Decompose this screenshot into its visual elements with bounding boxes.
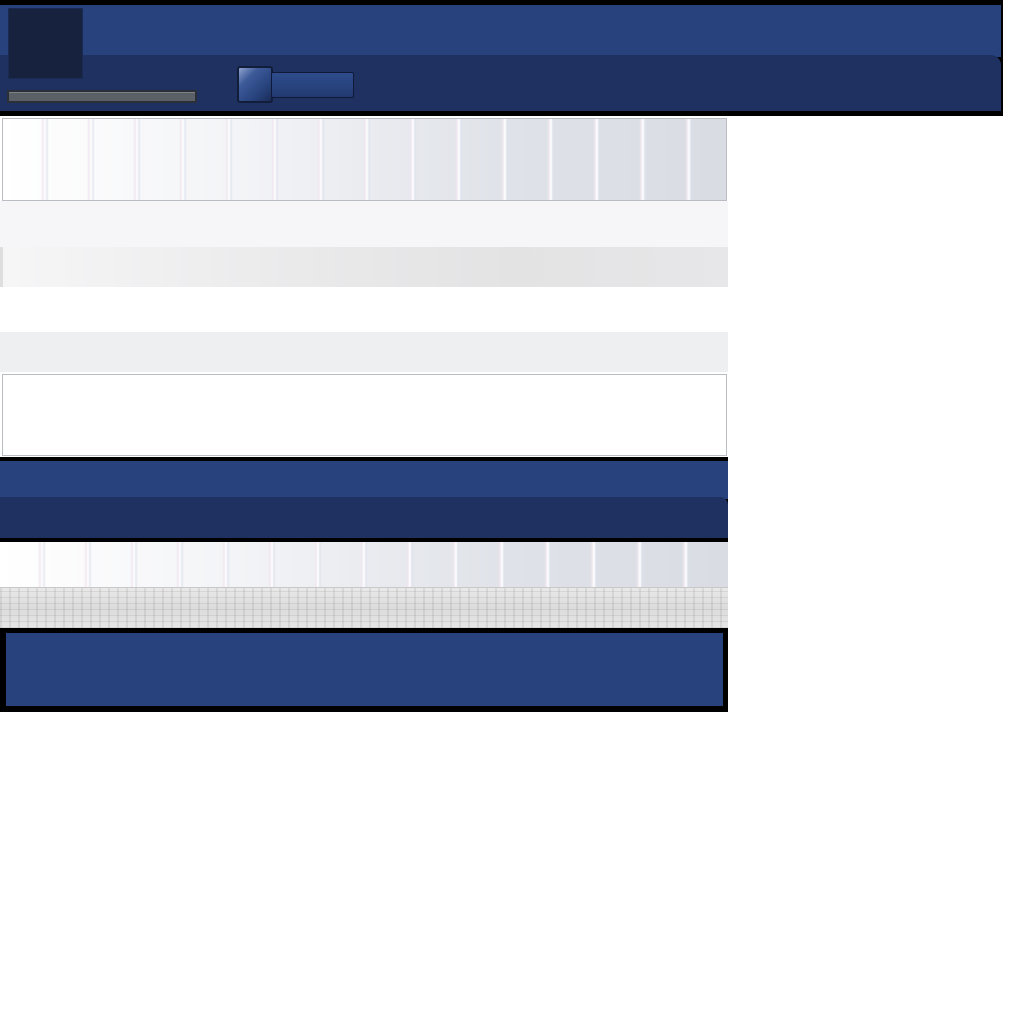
decorative-striped-strip [0,542,728,587]
content-band-gradient [0,247,728,287]
toggle-switch-bar[interactable] [271,72,354,98]
header-progress-track [7,90,197,103]
content-band-gray [0,332,728,372]
decorative-texture-strip [0,587,728,628]
secondary-nav-top-band [0,461,728,499]
footer-inner-panel [6,633,723,706]
toggle-switch-knob[interactable] [237,66,273,103]
content-panel-striped [2,118,727,201]
header-top-band [0,5,1001,57]
logo-placeholder-icon[interactable] [8,8,83,79]
secondary-nav-bottom-band [0,497,728,538]
content-band-light [0,201,728,247]
content-panel-empty [2,374,727,456]
